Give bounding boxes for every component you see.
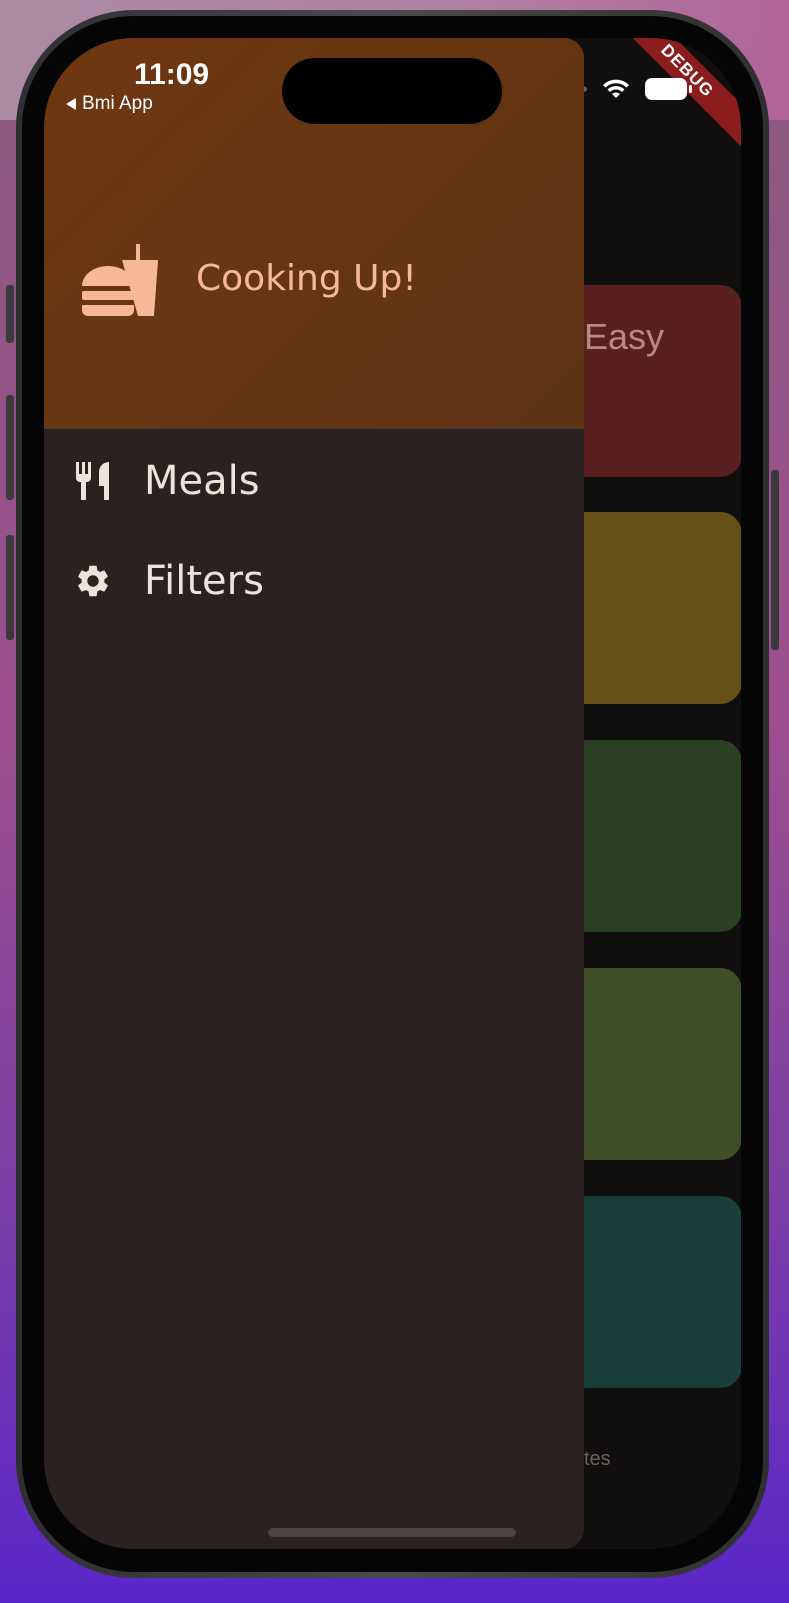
battery-icon <box>645 78 692 100</box>
category-tile-label: Easy <box>584 316 665 357</box>
settings-gear-icon <box>78 565 108 597</box>
wifi-icon <box>603 79 629 98</box>
drawer-item-meals[interactable]: Meals <box>74 458 260 504</box>
drawer-item-label: Meals <box>144 458 260 504</box>
navigation-drawer: 11:09 Bmi App Cooking Up! Meals Filters <box>44 38 584 1549</box>
drawer-item-filters[interactable]: Filters <box>74 558 264 604</box>
fastfood-icon <box>82 244 158 316</box>
phone-screen: Easy tes DEBUG 11:09 Bmi App Cooking Up!… <box>44 38 741 1549</box>
bottom-nav-favorites-label[interactable]: tes <box>584 1448 611 1471</box>
drawer-header-row: Cooking Up! <box>80 238 417 318</box>
status-time: 11:09 <box>134 58 210 91</box>
home-indicator[interactable] <box>268 1528 516 1537</box>
volume-down-button <box>6 535 14 640</box>
volume-up-button <box>6 395 14 500</box>
dynamic-island <box>282 58 502 124</box>
drawer-divider <box>44 428 584 429</box>
back-to-app-link[interactable]: Bmi App <box>66 93 153 115</box>
back-arrow-icon <box>66 98 76 110</box>
drawer-title: Cooking Up! <box>196 257 417 299</box>
drawer-item-label: Filters <box>144 558 264 604</box>
back-app-name: Bmi App <box>82 93 153 114</box>
action-button <box>6 285 14 343</box>
power-button <box>771 470 779 650</box>
restaurant-icon <box>76 462 109 500</box>
